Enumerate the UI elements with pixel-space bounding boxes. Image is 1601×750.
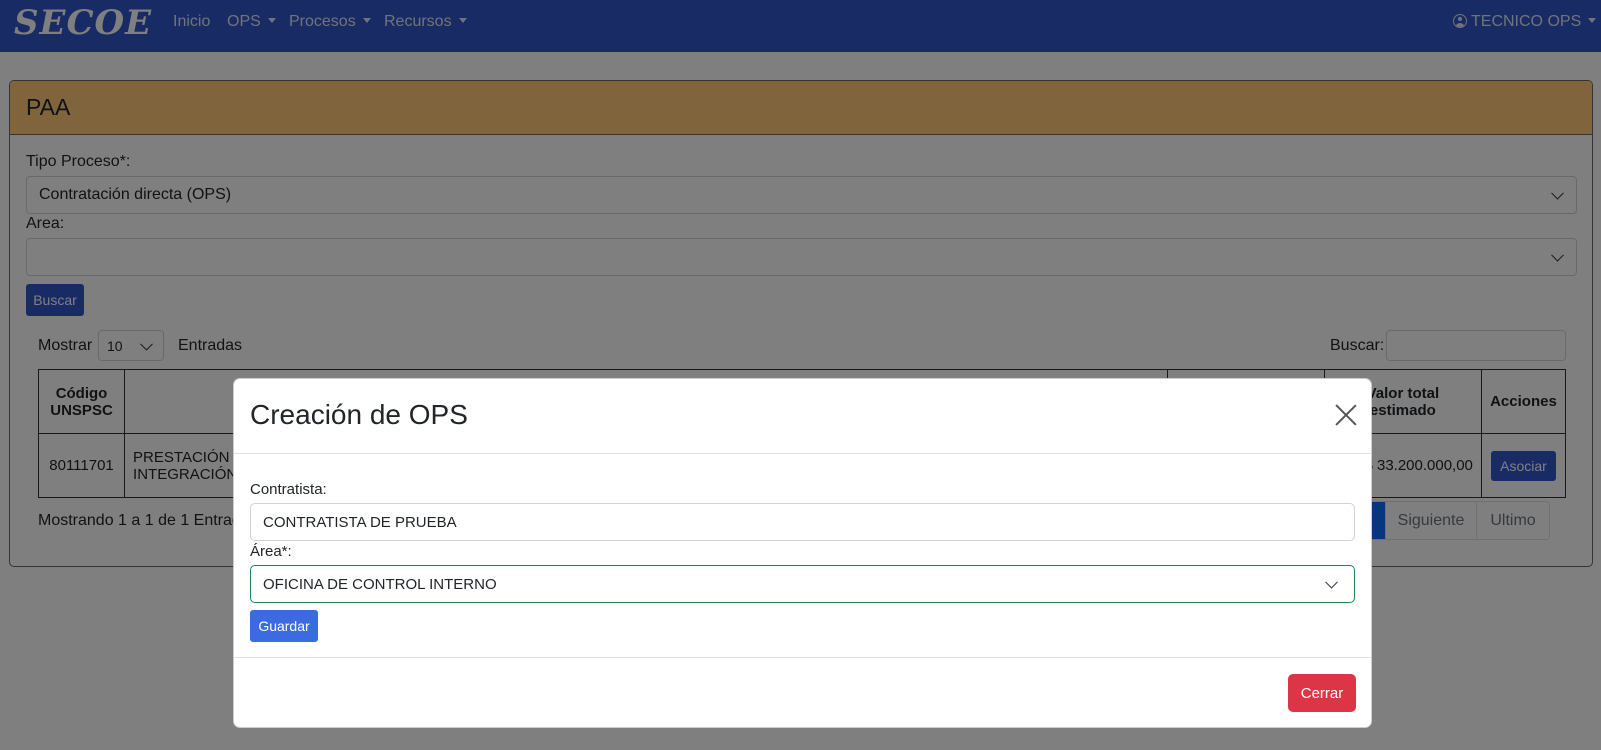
modal-footer: Cerrar bbox=[234, 657, 1371, 727]
close-icon[interactable] bbox=[1335, 404, 1357, 426]
chevron-down-icon bbox=[1325, 575, 1338, 589]
contratista-input[interactable]: CONTRATISTA DE PRUEBA bbox=[250, 503, 1355, 541]
guardar-button[interactable]: Guardar bbox=[250, 610, 318, 642]
modal-header: Creación de OPS bbox=[234, 379, 1371, 454]
contratista-value: CONTRATISTA DE PRUEBA bbox=[263, 513, 457, 531]
cerrar-button[interactable]: Cerrar bbox=[1288, 674, 1356, 712]
modal-area-value: OFICINA DE CONTROL INTERNO bbox=[263, 575, 497, 593]
modal-area-select[interactable]: OFICINA DE CONTROL INTERNO bbox=[250, 565, 1355, 603]
modal-area-label: Área*: bbox=[250, 543, 292, 560]
contratista-label: Contratista: bbox=[250, 481, 327, 498]
creacion-ops-modal: Creación de OPS Contratista: CONTRATISTA… bbox=[233, 378, 1372, 728]
modal-title: Creación de OPS bbox=[250, 399, 468, 430]
